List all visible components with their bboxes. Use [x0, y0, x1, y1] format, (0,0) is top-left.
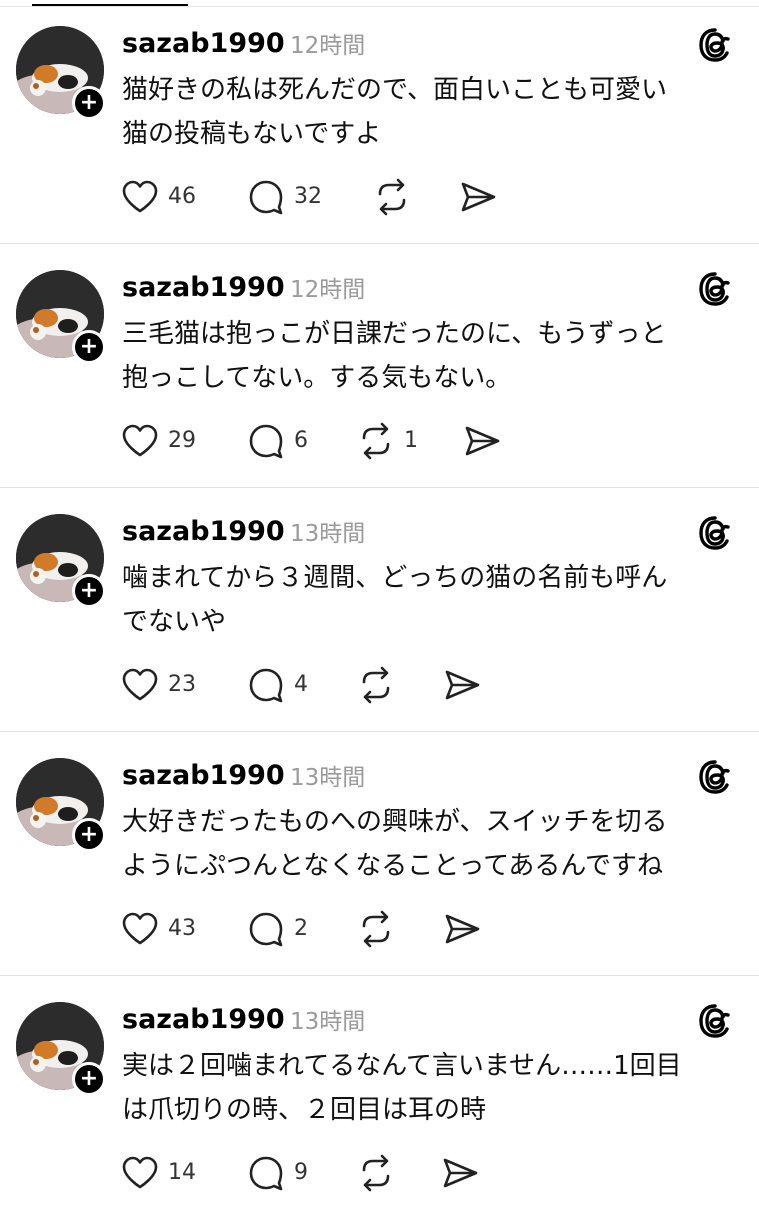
repost-icon — [362, 910, 390, 948]
post-text-line: 猫好きの私は死んだので、面白いことも可愛い — [122, 75, 667, 105]
like-count: 23 — [168, 672, 196, 697]
like-count: 46 — [168, 184, 196, 209]
timestamp: 12時間 — [290, 277, 366, 303]
repost-count: 1 — [404, 428, 418, 453]
reply-button[interactable]: 2 — [246, 908, 308, 950]
reply-button[interactable]: 4 — [246, 664, 308, 706]
repost-button[interactable] — [356, 664, 404, 706]
like-button[interactable]: 29 — [120, 420, 196, 462]
comment-icon — [249, 912, 283, 947]
share-button[interactable] — [462, 420, 502, 462]
reply-button[interactable]: 6 — [246, 420, 308, 462]
post-text: 大好きだったものへの興味が、スイッチを切る ようにぷつんとなくなることってあるん… — [122, 800, 742, 888]
reply-count: 9 — [294, 1160, 308, 1185]
like-button[interactable]: 14 — [120, 1152, 196, 1194]
action-bar: 14 9 — [120, 1152, 520, 1194]
share-icon — [445, 670, 480, 700]
repost-icon — [362, 666, 390, 704]
post-text: 三毛猫は抱っこが日課だったのに、もうずっと 抱っこしてない。する気もない。 — [122, 312, 742, 400]
reply-count: 2 — [294, 916, 308, 941]
like-count: 43 — [168, 916, 196, 941]
like-count: 14 — [168, 1160, 196, 1185]
follow-plus-button[interactable]: + — [72, 86, 106, 120]
like-button[interactable]: 43 — [120, 908, 196, 950]
repost-button[interactable] — [372, 176, 420, 218]
follow-plus-button[interactable]: + — [72, 330, 106, 364]
timestamp: 13時間 — [290, 1009, 366, 1035]
heart-icon — [122, 1156, 158, 1189]
heart-icon — [122, 668, 158, 701]
reply-button[interactable]: 9 — [246, 1152, 308, 1194]
repost-button[interactable] — [356, 908, 404, 950]
heart-icon — [122, 180, 158, 213]
heart-icon — [122, 912, 158, 945]
post-text-line: 三毛猫は抱っこが日課だったのに、もうずっと — [122, 319, 667, 349]
username[interactable]: sazab1990 — [122, 24, 285, 64]
post-text-line: は爪切りの時、２回目は耳の時 — [122, 1095, 487, 1125]
repost-icon — [362, 1154, 390, 1192]
thread-post[interactable]: + sazab1990 13時間 噛まれてから３週間、どっちの猫の名前も呼ん で… — [0, 488, 759, 732]
threads-logo-icon[interactable] — [696, 1002, 734, 1040]
post-text: 猫好きの私は死んだので、面白いことも可愛い 猫の投稿もないですよ — [122, 68, 742, 156]
action-bar: 43 2 — [120, 908, 520, 950]
share-button[interactable] — [442, 664, 482, 706]
repost-icon — [378, 178, 406, 216]
like-count: 29 — [168, 428, 196, 453]
action-bar: 23 4 — [120, 664, 520, 706]
like-button[interactable]: 23 — [120, 664, 196, 706]
username[interactable]: sazab1990 — [122, 512, 285, 552]
action-bar: 46 32 — [120, 176, 520, 218]
repost-button[interactable]: 1 — [356, 420, 418, 462]
post-text-line: でないや — [122, 607, 227, 637]
comment-icon — [249, 668, 283, 703]
threads-logo-icon[interactable] — [696, 514, 734, 552]
timestamp: 13時間 — [290, 521, 366, 547]
share-icon — [465, 426, 500, 456]
username[interactable]: sazab1990 — [122, 756, 285, 796]
share-button[interactable] — [458, 176, 498, 218]
post-text: 実は２回噛まれてるなんて言いません……1回目 は爪切りの時、２回目は耳の時 — [122, 1044, 742, 1132]
thread-post[interactable]: + sazab1990 12時間 猫好きの私は死んだので、面白いことも可愛い 猫… — [0, 0, 759, 244]
comment-icon — [249, 1156, 283, 1191]
username[interactable]: sazab1990 — [122, 268, 285, 308]
share-icon — [443, 1158, 478, 1188]
comment-icon — [249, 424, 283, 459]
post-text-line: ようにぷつんとなくなることってあるんですね — [122, 851, 664, 881]
share-button[interactable] — [440, 1152, 480, 1194]
comment-icon — [249, 180, 283, 215]
share-icon — [461, 182, 496, 212]
heart-icon — [122, 424, 158, 457]
post-text-line: 噛まれてから３週間、どっちの猫の名前も呼ん — [122, 563, 668, 593]
reply-count: 32 — [294, 184, 322, 209]
threads-logo-icon[interactable] — [696, 26, 734, 64]
thread-post[interactable]: + sazab1990 12時間 三毛猫は抱っこが日課だったのに、もうずっと 抱… — [0, 244, 759, 488]
repost-icon — [362, 422, 390, 460]
share-button[interactable] — [442, 908, 482, 950]
timestamp: 13時間 — [290, 765, 366, 791]
thread-post[interactable]: + sazab1990 13時間 大好きだったものへの興味が、スイッチを切る よ… — [0, 732, 759, 976]
username[interactable]: sazab1990 — [122, 1000, 285, 1040]
threads-logo-icon[interactable] — [696, 270, 734, 308]
like-button[interactable]: 46 — [120, 176, 196, 218]
follow-plus-button[interactable]: + — [72, 1062, 106, 1096]
post-text-line: 大好きだったものへの興味が、スイッチを切る — [122, 807, 668, 837]
share-icon — [445, 914, 480, 944]
post-text: 噛まれてから３週間、どっちの猫の名前も呼ん でないや — [122, 556, 742, 644]
timestamp: 12時間 — [290, 33, 366, 59]
post-text-line: 猫の投稿もないですよ — [122, 119, 382, 149]
post-text-line: 抱っこしてない。する気もない。 — [122, 363, 512, 393]
repost-button[interactable] — [356, 1152, 404, 1194]
thread-post[interactable]: + sazab1990 13時間 実は２回噛まれてるなんて言いません……1回目 … — [0, 976, 759, 1220]
action-bar: 29 6 1 — [120, 420, 520, 462]
follow-plus-button[interactable]: + — [72, 574, 106, 608]
post-text-line: 実は２回噛まれてるなんて言いません……1回目 — [122, 1051, 682, 1081]
threads-logo-icon[interactable] — [696, 758, 734, 796]
reply-count: 6 — [294, 428, 308, 453]
reply-count: 4 — [294, 672, 308, 697]
reply-button[interactable]: 32 — [246, 176, 322, 218]
follow-plus-button[interactable]: + — [72, 818, 106, 852]
